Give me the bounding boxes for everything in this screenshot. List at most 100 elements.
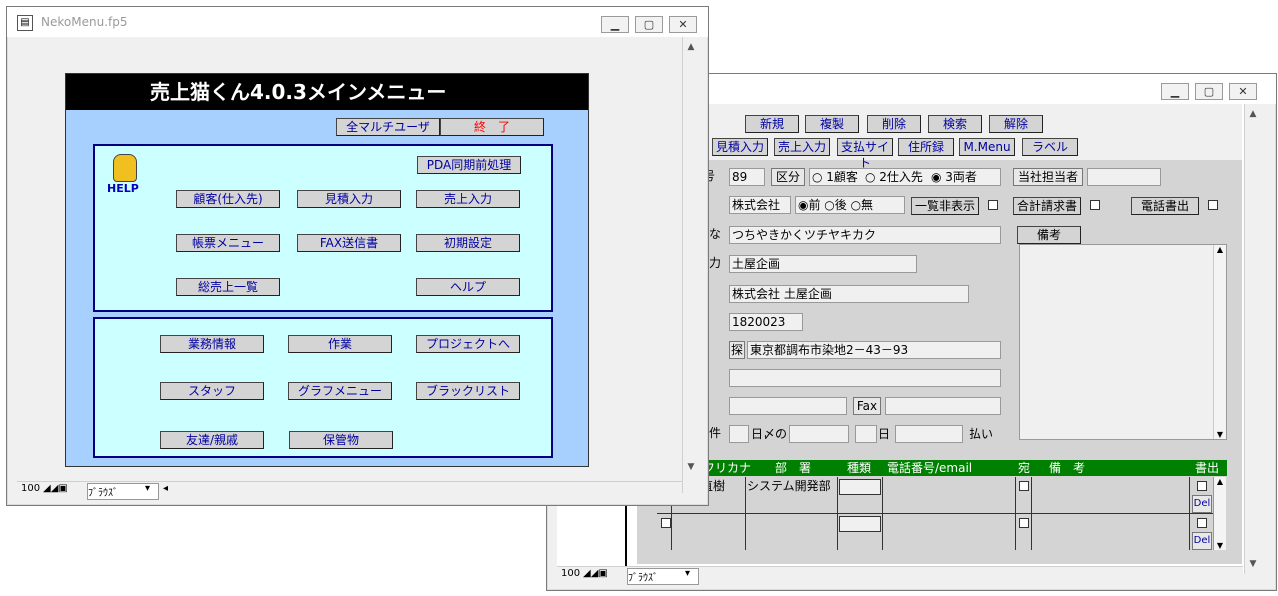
scroll-down-icon[interactable]: ▼	[683, 459, 699, 475]
pay-day-field[interactable]	[855, 425, 877, 443]
address2-field[interactable]	[729, 369, 1001, 387]
back-statusbar: 100 ◢◢▣ ﾌﾞﾗｳｽﾞ ▾	[557, 566, 1243, 585]
front-window-scrollbar[interactable]: ▲ ▼	[682, 37, 699, 493]
new-button[interactable]: 新規	[745, 115, 799, 133]
sales-input-button[interactable]: 売上入力	[774, 138, 830, 156]
tanto-field[interactable]	[1087, 168, 1161, 186]
work-button[interactable]: 作業	[288, 335, 392, 353]
release-button[interactable]: 解除	[989, 115, 1043, 133]
hide-list-checkbox[interactable]	[988, 200, 998, 210]
blacklist-button[interactable]: ブラックリスト	[416, 382, 520, 400]
phone-export-button[interactable]: 電話書出	[1131, 197, 1199, 215]
menu-title: 売上猫くん4.0.3メインメニュー	[150, 80, 447, 104]
row1-dept: システム開発部	[747, 479, 831, 493]
help-cat-icon[interactable]: HELP	[107, 154, 143, 196]
pay-cutoff-field[interactable]	[729, 425, 749, 443]
scroll-down-icon[interactable]: ▼	[1214, 430, 1226, 439]
all-multi-user-button[interactable]: 全マルチユーザ	[336, 118, 440, 136]
row2-type-field[interactable]	[839, 516, 881, 532]
kubun-radio-2[interactable]: ○ 2仕入先	[863, 168, 931, 186]
hscroll-left-icon[interactable]: ◂	[163, 483, 168, 494]
label-button[interactable]: ラベル	[1022, 138, 1078, 156]
maximize-button[interactable]: ▢	[635, 16, 663, 33]
row2-dest-checkbox[interactable]	[1019, 518, 1029, 528]
total-sales-button[interactable]: 総売上一覧	[176, 278, 280, 296]
estimate-button[interactable]: 見積入力	[297, 190, 401, 208]
address-field[interactable]: 東京都調布市染地2－43－93	[747, 341, 1001, 359]
pda-sync-button[interactable]: PDA同期前処理	[417, 156, 521, 174]
pay-method-field[interactable]	[895, 425, 963, 443]
business-info-button[interactable]: 業務情報	[160, 335, 264, 353]
pay-month-field[interactable]	[789, 425, 849, 443]
graph-menu-button[interactable]: グラフメニュー	[288, 382, 392, 400]
scroll-down-icon[interactable]: ▼	[1214, 541, 1226, 550]
corp-type-field[interactable]: 株式会社	[729, 196, 791, 214]
row1-dest-checkbox[interactable]	[1019, 481, 1029, 491]
zip-field[interactable]: 1820023	[729, 313, 803, 331]
row1-type-field[interactable]	[839, 479, 881, 495]
zoom-icon[interactable]: ◢◢▣	[583, 568, 608, 579]
fax-button[interactable]: FAX送信書	[297, 234, 401, 252]
back-window-scrollbar[interactable]: ▲ ▼	[1244, 104, 1261, 574]
storage-button[interactable]: 保管物	[289, 431, 393, 449]
address-search-button[interactable]: 探	[729, 341, 745, 359]
payment-site-button[interactable]: 支払サイト	[837, 138, 893, 170]
sales-button[interactable]: 売上入力	[416, 190, 520, 208]
estimate-input-button[interactable]: 見積入力	[712, 138, 768, 156]
close-button[interactable]: ✕	[1229, 83, 1257, 100]
total-invoice-checkbox[interactable]	[1090, 200, 1100, 210]
project-button[interactable]: プロジェクトへ	[416, 335, 520, 353]
help-label: HELP	[107, 182, 139, 195]
row2-select-checkbox[interactable]	[661, 518, 671, 528]
quit-button[interactable]: 終 了	[440, 118, 544, 136]
biko-scrollbar[interactable]: ▲ ▼	[1213, 245, 1226, 439]
close-button[interactable]: ✕	[669, 16, 697, 33]
customer-button[interactable]: 顧客(仕入先)	[176, 190, 280, 208]
staff-button[interactable]: スタッフ	[160, 382, 264, 400]
row2-export-checkbox[interactable]	[1197, 518, 1207, 528]
scroll-up-icon[interactable]: ▲	[1214, 477, 1226, 486]
chevron-down-icon[interactable]: ▾	[145, 483, 150, 494]
kana-field[interactable]: つちやきかくツチヤキカク	[729, 226, 1001, 244]
zoom-level[interactable]: 100	[21, 483, 40, 494]
phone-export-checkbox[interactable]	[1208, 200, 1218, 210]
position-radio-group[interactable]: ◉前 ○後 ○無	[795, 196, 905, 214]
address-book-button[interactable]: 住所録	[898, 138, 954, 156]
full-name-field[interactable]: 株式会社 土屋企画	[729, 285, 969, 303]
phone-field[interactable]	[729, 397, 847, 415]
delete-button[interactable]: 削除	[867, 115, 921, 133]
scroll-up-icon[interactable]: ▲	[1245, 106, 1261, 122]
name-field[interactable]: 土屋企画	[729, 255, 917, 273]
maximize-button[interactable]: ▢	[1195, 83, 1223, 100]
fax-field[interactable]	[885, 397, 1001, 415]
hide-list-button[interactable]: 一覧非表示	[911, 197, 979, 215]
scroll-up-icon[interactable]: ▲	[683, 39, 699, 55]
biko-textarea[interactable]: ▲ ▼	[1019, 244, 1227, 440]
duplicate-button[interactable]: 複製	[805, 115, 859, 133]
table-row[interactable]: 直樹 システム開発部 Del	[657, 477, 1213, 514]
scroll-up-icon[interactable]: ▲	[1214, 245, 1226, 254]
report-menu-button[interactable]: 帳票メニュー	[176, 234, 280, 252]
kubun-label: 区分	[771, 168, 805, 186]
scroll-down-icon[interactable]: ▼	[1245, 556, 1261, 572]
initial-settings-button[interactable]: 初期設定	[416, 234, 520, 252]
zoom-level[interactable]: 100	[561, 568, 580, 579]
customer-number-field[interactable]: 89	[729, 168, 765, 186]
help-button[interactable]: ヘルプ	[416, 278, 520, 296]
row2-del-button[interactable]: Del	[1192, 532, 1212, 550]
minimize-button[interactable]: ▁	[601, 16, 629, 33]
zoom-icon[interactable]: ◢◢▣	[43, 483, 68, 494]
table-row[interactable]: Del	[657, 514, 1213, 550]
row1-del-button[interactable]: Del	[1192, 495, 1212, 513]
chevron-down-icon[interactable]: ▾	[685, 568, 690, 579]
row1-export-checkbox[interactable]	[1197, 481, 1207, 491]
table-scrollbar[interactable]: ▲ ▼	[1213, 477, 1226, 550]
total-invoice-button[interactable]: 合計請求書	[1013, 197, 1081, 215]
biko-button[interactable]: 備考	[1017, 226, 1081, 244]
kubun-radio-3[interactable]: ◉ 3両者	[929, 168, 1001, 186]
kubun-radio-group[interactable]: ○ 1顧客	[809, 168, 865, 186]
main-menu-button[interactable]: M.Menu	[959, 138, 1015, 156]
search-button[interactable]: 検索	[928, 115, 982, 133]
minimize-button[interactable]: ▁	[1161, 83, 1189, 100]
friends-button[interactable]: 友達/親戚	[160, 431, 264, 449]
